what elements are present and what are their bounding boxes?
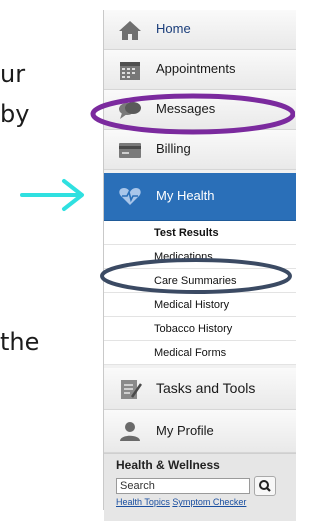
card-icon	[119, 143, 141, 158]
submenu-item-care-summaries[interactable]: Care Summaries	[104, 269, 296, 293]
link-symptom-checker[interactable]: Symptom Checker	[172, 497, 246, 507]
nav-label: My Health	[156, 188, 215, 203]
submenu-item-medications[interactable]: Medications	[104, 245, 296, 269]
health-wellness-title: Health & Wellness	[116, 458, 220, 472]
nav-item-messages[interactable]: Messages	[104, 90, 296, 130]
slide-text-fragment: the	[0, 328, 40, 356]
heart-pulse-icon	[119, 188, 141, 205]
nav-item-tasks-and-tools[interactable]: Tasks and Tools	[104, 368, 296, 410]
chat-bubbles-icon	[119, 102, 141, 119]
submenu-item-medical-history[interactable]: Medical History	[104, 293, 296, 317]
link-health-topics[interactable]: Health Topics	[116, 497, 170, 507]
nav-item-billing[interactable]: Billing	[104, 130, 296, 170]
nav-label: My Profile	[156, 423, 214, 438]
sidebar-nav: Home Appointments Messages Billing My He…	[103, 10, 296, 521]
nav-item-my-profile[interactable]: My Profile	[104, 410, 296, 453]
health-wellness-panel: Health & Wellness Health Topics Symptom …	[104, 453, 296, 521]
health-links: Health Topics Symptom Checker	[116, 497, 246, 507]
submenu-item-test-results[interactable]: Test Results	[104, 221, 296, 245]
slide-text-fragment: ur	[0, 60, 26, 88]
submenu-item-medical-forms[interactable]: Medical Forms	[104, 341, 296, 365]
pointer-arrow-icon	[20, 179, 84, 211]
nav-label: Home	[156, 21, 191, 36]
nav-label: Appointments	[156, 61, 236, 76]
home-icon	[119, 21, 141, 40]
search-icon	[259, 480, 271, 492]
checklist-icon	[121, 380, 142, 399]
person-icon	[120, 422, 140, 441]
health-search-button[interactable]	[254, 476, 276, 496]
nav-label: Messages	[156, 101, 216, 116]
nav-label: Billing	[156, 141, 191, 156]
nav-label: Tasks and Tools	[156, 380, 256, 396]
calendar-icon	[120, 62, 140, 80]
slide-text-fragment: by	[0, 100, 30, 128]
my-health-submenu: Test Results Medications Care Summaries …	[104, 221, 296, 365]
health-search-input[interactable]	[116, 478, 250, 494]
nav-item-home[interactable]: Home	[104, 10, 296, 50]
nav-item-my-health[interactable]: My Health	[104, 173, 296, 221]
nav-item-appointments[interactable]: Appointments	[104, 50, 296, 90]
submenu-item-tobacco-history[interactable]: Tobacco History	[104, 317, 296, 341]
